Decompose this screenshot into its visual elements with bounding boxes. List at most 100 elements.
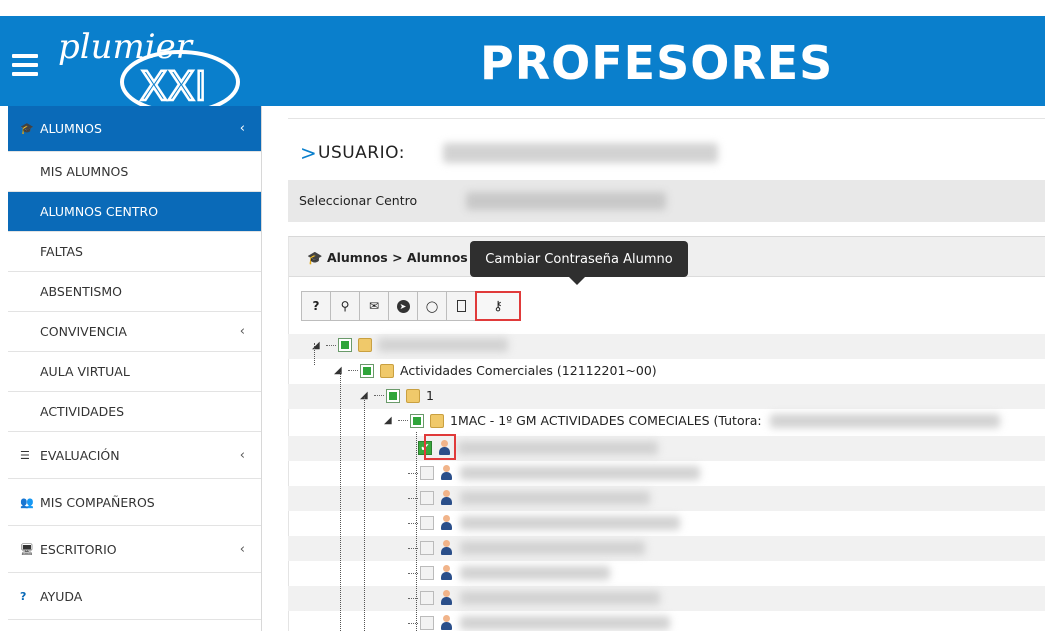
tree-connector xyxy=(314,343,315,365)
list-item xyxy=(288,536,1045,561)
chevron-left-icon: ‹ xyxy=(239,121,245,136)
change-password-tooltip: Cambiar Contraseña Alumno xyxy=(470,241,688,285)
center-select-redacted[interactable] xyxy=(466,192,666,210)
list-item xyxy=(288,561,1045,586)
sidebar-item-alumnos-centro[interactable]: ALUMNOS CENTRO xyxy=(8,192,261,232)
student-icon xyxy=(440,615,452,631)
list-item: ✔ xyxy=(288,436,1045,461)
question-icon: ? xyxy=(20,589,27,603)
tree-checkbox[interactable] xyxy=(338,338,352,352)
tree-connector xyxy=(340,372,341,631)
help-icon: ? xyxy=(312,299,320,313)
student-checkbox[interactable] xyxy=(420,516,434,530)
user-label: USUARIO: xyxy=(318,143,405,163)
list-item xyxy=(288,586,1045,611)
student-checkbox[interactable] xyxy=(420,466,434,480)
sidebar-item-label: MIS COMPAÑEROS xyxy=(40,494,155,510)
sidebar-item-faltas[interactable]: FALTAS xyxy=(8,232,261,272)
student-checkbox[interactable] xyxy=(420,541,434,555)
chevron-left-icon: ‹ xyxy=(239,541,245,557)
center-name-redacted xyxy=(378,338,508,352)
student-checkbox[interactable] xyxy=(420,616,434,630)
tree-node-label: Actividades Comerciales (12112201~00) xyxy=(400,363,657,378)
student-name-redacted xyxy=(458,441,658,455)
student-checkbox[interactable] xyxy=(420,491,434,505)
page: plumier XXI PROFESORES 🎓 ALUMNOS ‹ MIS A… xyxy=(0,0,1045,631)
chevron-right-icon: > xyxy=(300,141,317,165)
toolbar: ? ⚲ ✉ ➤ ◯ ⚷ xyxy=(301,291,521,323)
tree-row-year: ◢ 1 xyxy=(288,384,1045,409)
desktop-icon: 🖥 xyxy=(20,542,34,556)
graduation-cap-icon: 🎓 xyxy=(307,250,323,265)
sidebar-item-label: AYUDA xyxy=(40,588,83,604)
student-name-redacted xyxy=(460,591,660,605)
change-password-button[interactable]: ⚷ xyxy=(475,291,521,321)
student-icon xyxy=(440,515,452,531)
sidebar-item-actividades[interactable]: ACTIVIDADES xyxy=(8,392,261,432)
telegram-button[interactable]: ➤ xyxy=(388,291,418,321)
folder-icon xyxy=(430,413,444,428)
telegram-icon: ➤ xyxy=(396,299,410,313)
student-name-redacted xyxy=(460,541,645,555)
search-button[interactable]: ⚲ xyxy=(330,291,360,321)
sidebar-item-label: ABSENTISMO xyxy=(40,284,122,299)
sidebar-item-aula-virtual[interactable]: AULA VIRTUAL xyxy=(8,352,261,392)
user-name-redacted xyxy=(443,143,718,163)
sidebar-item-alumnos[interactable]: 🎓 ALUMNOS ‹ xyxy=(8,106,261,152)
tree-node-label: 1 xyxy=(426,388,434,403)
hamburger-menu-icon[interactable] xyxy=(12,54,38,76)
sidebar-item-label: MIS ALUMNOS xyxy=(40,164,129,179)
sidebar-item-absentismo[interactable]: ABSENTISMO xyxy=(8,272,261,312)
student-icon xyxy=(440,465,452,481)
sidebar-item-evaluacion[interactable]: ☰ EVALUACIÓN ‹ xyxy=(8,432,261,479)
student-icon xyxy=(440,565,452,581)
student-name-redacted xyxy=(460,566,610,580)
sidebar-item-label: AULA VIRTUAL xyxy=(40,364,130,379)
list-icon: ☰ xyxy=(20,448,30,462)
mail-button[interactable]: ✉ xyxy=(359,291,389,321)
student-icon xyxy=(440,540,452,556)
top-header: plumier XXI PROFESORES xyxy=(0,16,1045,114)
chat-button[interactable]: ◯ xyxy=(417,291,447,321)
student-name-redacted xyxy=(460,466,700,480)
sidebar-item-label: ACTIVIDADES xyxy=(40,404,125,419)
folder-icon xyxy=(380,363,394,378)
tree-row-course: ◢ Actividades Comerciales (12112201~00) xyxy=(288,359,1045,384)
tree-checkbox[interactable] xyxy=(410,413,424,428)
plumier-logo[interactable]: plumier XXI xyxy=(50,20,250,120)
tree-checkbox[interactable] xyxy=(360,363,374,378)
user-panel: > USUARIO: xyxy=(288,118,1045,180)
help-button[interactable]: ? xyxy=(301,291,331,321)
student-checkbox[interactable] xyxy=(420,591,434,605)
student-checkbox[interactable] xyxy=(420,566,434,580)
tree-connector xyxy=(364,397,365,631)
student-icon xyxy=(440,490,452,506)
search-icon: ⚲ xyxy=(340,299,350,313)
center-selector: Seleccionar Centro xyxy=(288,180,1045,222)
chevron-left-icon: ‹ xyxy=(239,324,245,339)
mail-icon: ✉ xyxy=(368,299,380,313)
sidebar-item-escritorio[interactable]: 🖥 ESCRITORIO ‹ xyxy=(8,526,261,573)
sidebar-item-mis-companeros[interactable]: 👥 MIS COMPAÑEROS xyxy=(8,479,261,526)
logo-text: plumier xyxy=(58,27,194,67)
tutor-name-redacted xyxy=(769,413,1000,428)
tree-checkbox[interactable] xyxy=(386,388,400,403)
collapse-icon[interactable]: ◢ xyxy=(360,390,372,401)
key-icon: ⚷ xyxy=(493,298,503,314)
sidebar-item-ayuda[interactable]: ? AYUDA xyxy=(8,573,261,620)
tree-row-group: ◢ 1MAC - 1º GM ACTIVIDADES COMECIALES (T… xyxy=(288,409,1045,434)
list-item xyxy=(288,511,1045,536)
collapse-icon[interactable]: ◢ xyxy=(384,415,396,426)
tree-node-label: 1MAC - 1º GM ACTIVIDADES COMECIALES (Tut… xyxy=(450,413,762,428)
sidebar-item-label: FALTAS xyxy=(40,244,83,259)
sidebar-item-convivencia[interactable]: CONVIVENCIA ‹ xyxy=(8,312,261,352)
student-name-redacted xyxy=(460,491,650,505)
sidebar-item-label: ESCRITORIO xyxy=(40,541,117,557)
tree-row-center: ◢ xyxy=(288,334,1045,359)
list-item xyxy=(288,461,1045,486)
sidebar-item-mis-alumnos[interactable]: MIS ALUMNOS xyxy=(8,152,261,192)
sidebar-item-label: CONVIVENCIA xyxy=(40,324,127,339)
logo-suffix: XXI xyxy=(140,64,207,110)
folder-icon xyxy=(358,338,372,352)
document-button[interactable] xyxy=(446,291,476,321)
